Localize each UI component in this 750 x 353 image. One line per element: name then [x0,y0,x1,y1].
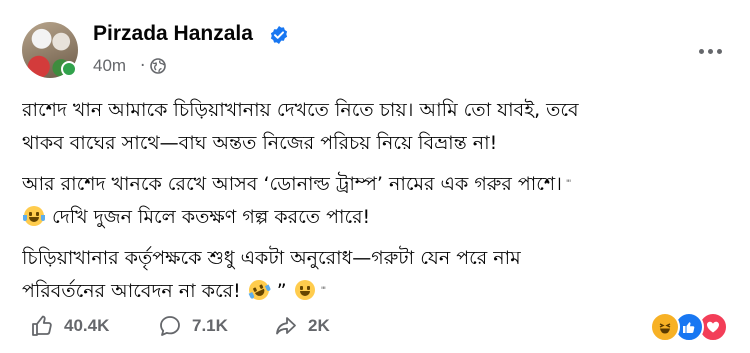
like-count: 40.4K [64,316,110,335]
more-options-button[interactable] [690,36,730,66]
reaction-summary[interactable] [650,312,728,342]
share-arrow-icon [276,317,296,335]
post-paragraph-1: রাশেদ খান আমাকে চিড়িয়াখানায় দেখতে নিত… [22,94,732,160]
dot [707,48,713,54]
facebook-post: Pirzada Hanzala 40m · রাশেদ খান আমাকে চি… [0,0,750,353]
share-count: 2K [308,316,330,335]
text-line: থাকব বাঘের সাথে—বাঘ অন্তত নিজের পরিচয় ন… [22,132,498,154]
thumbs-up-icon [32,315,52,336]
text-line: দেখি দুজন মিলে কতক্ষণ গল্প করতে পারে! [52,206,371,228]
comment-bubble-icon [160,316,180,336]
post-body: রাশেদ খান আমাকে চিড়িয়াখানায় দেখতে নিত… [22,94,732,316]
comment-button[interactable]: 7.1K [158,314,228,338]
post-timestamp[interactable]: 40m [93,56,126,76]
post-paragraph-2: আর রাশেদ খানকে রেখে আসব ‘ডোনাল্ড ট্রাম্প… [22,168,732,234]
author-name[interactable]: Pirzada Hanzala [93,22,253,46]
text-line-wrap: দেখি দুজন মিলে কতক্ষণ গল্প করতে পারে! [22,201,732,234]
text-line-wrap: পরিবর্তনের আবেদন না করে! ” ''' [22,275,732,308]
online-status-dot [61,61,77,77]
text-line: পরিবর্তনের আবেদন না করে! [22,280,241,302]
share-button[interactable]: 2K [274,314,330,338]
closing-quote: ” [276,280,287,302]
dizzy-emoji-icon: ''' [320,286,327,296]
dot [698,48,704,54]
text-line: রাশেদ খান আমাকে চিড়িয়াখানায় দেখতে নিত… [22,99,579,121]
haha-reaction-icon [650,312,680,342]
post-paragraph-3: চিড়িয়াখানার কর্তৃপক্ষকে শুধু একটা অনুর… [22,242,732,308]
like-button[interactable]: 40.4K [30,314,109,338]
text-line: আর রাশেদ খানকে রেখে আসব ‘ডোনাল্ড ট্রাম্প… [22,173,562,195]
text-line-wrap: আর রাশেদ খানকে রেখে আসব ‘ডোনাল্ড ট্রাম্প… [22,168,732,201]
rofl-emoji-icon [245,276,273,304]
meta-separator: · [140,56,146,76]
grinning-emoji-icon [294,280,315,300]
laughing-tears-emoji-icon [23,206,45,226]
post-footer: 40.4K 7.1K 2K [0,306,750,346]
globe-icon[interactable] [150,58,166,74]
comment-count: 7.1K [192,316,228,335]
text-line: চিড়িয়াখানার কর্তৃপক্ষকে শুধু একটা অনুর… [22,247,521,269]
author-avatar[interactable] [22,22,78,78]
verified-badge-icon [270,26,288,44]
dot [716,48,722,54]
dizzy-emoji-icon: ''' [565,179,572,189]
